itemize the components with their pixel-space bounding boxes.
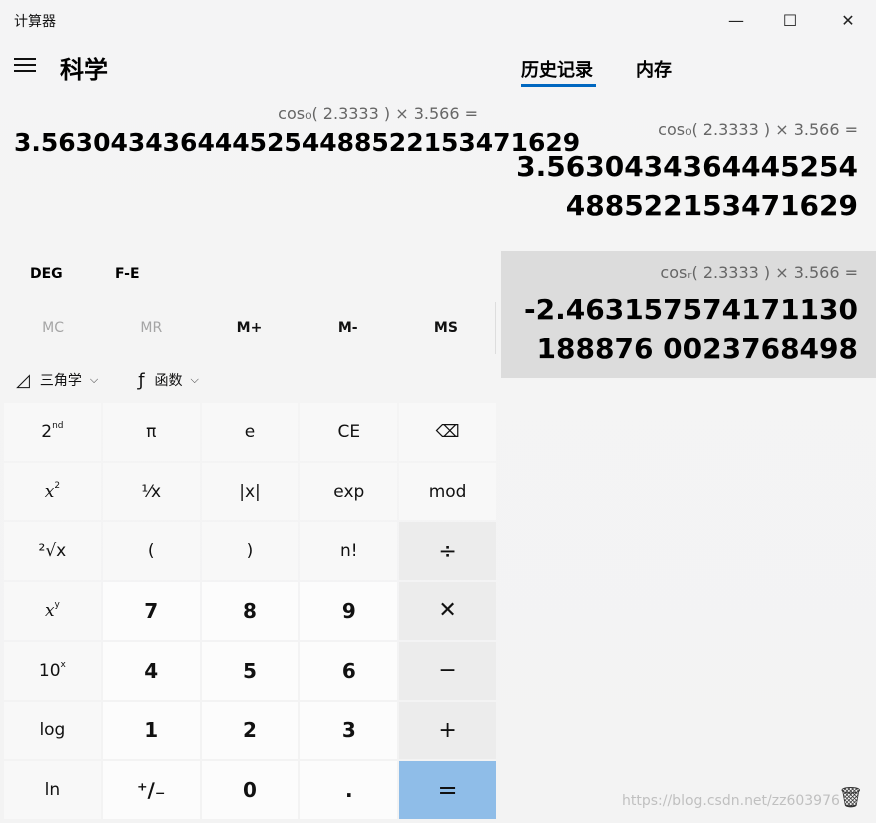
ten-sup: x [60, 659, 66, 670]
digit-4-key[interactable]: 4 [102, 641, 200, 700]
reciprocal-key[interactable]: ¹⁄x [102, 462, 200, 521]
keypad: 2nd π e CE ⌫ x2 ¹⁄x |x| exp mod ²√x ( ) … [4, 403, 496, 819]
digit-2-key[interactable]: 2 [201, 701, 299, 760]
angle-mode-button[interactable]: DEG [30, 262, 63, 286]
exp-key[interactable]: exp [300, 462, 398, 521]
function-row: ◿ 三角学 ⌵ ƒ 函数 ⌵ [4, 358, 227, 402]
close-paren-key[interactable]: ) [201, 522, 299, 581]
menu-icon[interactable] [14, 58, 36, 74]
ten-power-key[interactable]: 10 x [4, 641, 101, 700]
close-button[interactable]: ✕ [822, 0, 874, 40]
negate-key[interactable]: ⁺∕₋ [102, 761, 200, 819]
history-result: -2.463157574171130188876 0023768498 [524, 293, 858, 365]
m-plus-button[interactable]: M+ [200, 302, 298, 354]
function-label: 函数 [154, 373, 183, 389]
second-function-key[interactable]: 2nd [4, 403, 101, 461]
digit-9-key[interactable]: 9 [300, 582, 398, 640]
power-sup: y [54, 599, 60, 610]
maximize-button[interactable]: ☐ [764, 0, 816, 40]
second-sup: nd [52, 420, 64, 431]
mr-button[interactable]: MR [102, 302, 200, 354]
digit-8-key[interactable]: 8 [201, 582, 299, 640]
triangle-icon: ◿ [16, 369, 30, 391]
chevron-down-icon: ⌵ [89, 373, 99, 386]
tab-history[interactable]: 历史记录 [521, 56, 593, 82]
tab-memory[interactable]: 内存 [636, 56, 672, 82]
backspace-key[interactable]: ⌫ [399, 403, 496, 461]
history-list: cos₀( 2.3333 ) × 3.566 = 3.5630434364445… [501, 108, 876, 378]
display-result: 3.5630434364445254488522153471629 [14, 128, 581, 157]
absolute-key[interactable]: |x| [201, 462, 299, 521]
digit-7-key[interactable]: 7 [102, 582, 200, 640]
digit-3-key[interactable]: 3 [300, 701, 398, 760]
second-label: 2 [41, 421, 53, 442]
display-expression: cos₀( 2.3333 ) × 3.566 = [278, 104, 478, 123]
m-minus-button[interactable]: M- [299, 302, 397, 354]
history-expression: cosᵣ( 2.3333 ) × 3.566 = [660, 263, 858, 282]
open-paren-key[interactable]: ( [102, 522, 200, 581]
trigonometry-label: 三角学 [39, 373, 82, 389]
trash-icon[interactable]: 🗑 [838, 785, 863, 809]
e-key[interactable]: e [201, 403, 299, 461]
backspace-icon: ⌫ [435, 421, 460, 442]
square-base: x [44, 481, 55, 502]
window-title: 计算器 [14, 14, 56, 30]
square-key[interactable]: x2 [4, 462, 101, 521]
watermark-text: https://blog.csdn.net/zz603976 [622, 793, 840, 809]
square-root-key[interactable]: ²√x [4, 522, 101, 581]
multiply-key[interactable]: ✕ [399, 582, 496, 640]
mc-button[interactable]: MC [4, 302, 102, 354]
history-expression: cos₀( 2.3333 ) × 3.566 = [658, 120, 858, 139]
ce-key[interactable]: CE [300, 403, 398, 461]
square-sup: 2 [54, 480, 61, 491]
chevron-down-icon: ⌵ [190, 373, 199, 386]
history-item[interactable]: cosᵣ( 2.3333 ) × 3.566 = -2.463157574171… [501, 251, 876, 378]
trigonometry-dropdown[interactable]: ◿ 三角学 ⌵ [4, 370, 98, 391]
ln-key[interactable]: ln [4, 761, 101, 819]
fe-button[interactable]: F-E [115, 262, 140, 286]
function-icon: ƒ [138, 369, 145, 391]
ms-button[interactable]: MS [397, 302, 495, 354]
history-item[interactable]: cos₀( 2.3333 ) × 3.566 = 3.5630434364445… [501, 108, 876, 235]
power-base: x [44, 600, 55, 621]
add-key[interactable]: + [399, 701, 496, 760]
pi-key[interactable]: π [102, 403, 200, 461]
equals-key[interactable]: = [399, 761, 496, 819]
subtract-key[interactable]: − [399, 641, 496, 700]
digit-6-key[interactable]: 6 [300, 641, 398, 700]
divide-key[interactable]: ÷ [399, 522, 496, 581]
minimize-button[interactable]: — [710, 0, 762, 40]
log-key[interactable]: log [4, 701, 101, 760]
mod-key[interactable]: mod [399, 462, 496, 521]
function-dropdown[interactable]: ƒ 函数 ⌵ [126, 370, 199, 391]
history-result: 3.5630434364445254488522153471629 [516, 150, 858, 222]
digit-1-key[interactable]: 1 [102, 701, 200, 760]
active-tab-indicator [521, 84, 596, 87]
digit-0-key[interactable]: 0 [201, 761, 299, 819]
factorial-key[interactable]: n! [300, 522, 398, 581]
mode-title: 科学 [60, 56, 108, 84]
ten-base: 10 [38, 660, 61, 681]
digit-5-key[interactable]: 5 [201, 641, 299, 700]
memory-row: MC MR M+ M- MS [4, 302, 496, 354]
decimal-key[interactable]: . [300, 761, 398, 819]
power-key[interactable]: xy [4, 582, 101, 640]
